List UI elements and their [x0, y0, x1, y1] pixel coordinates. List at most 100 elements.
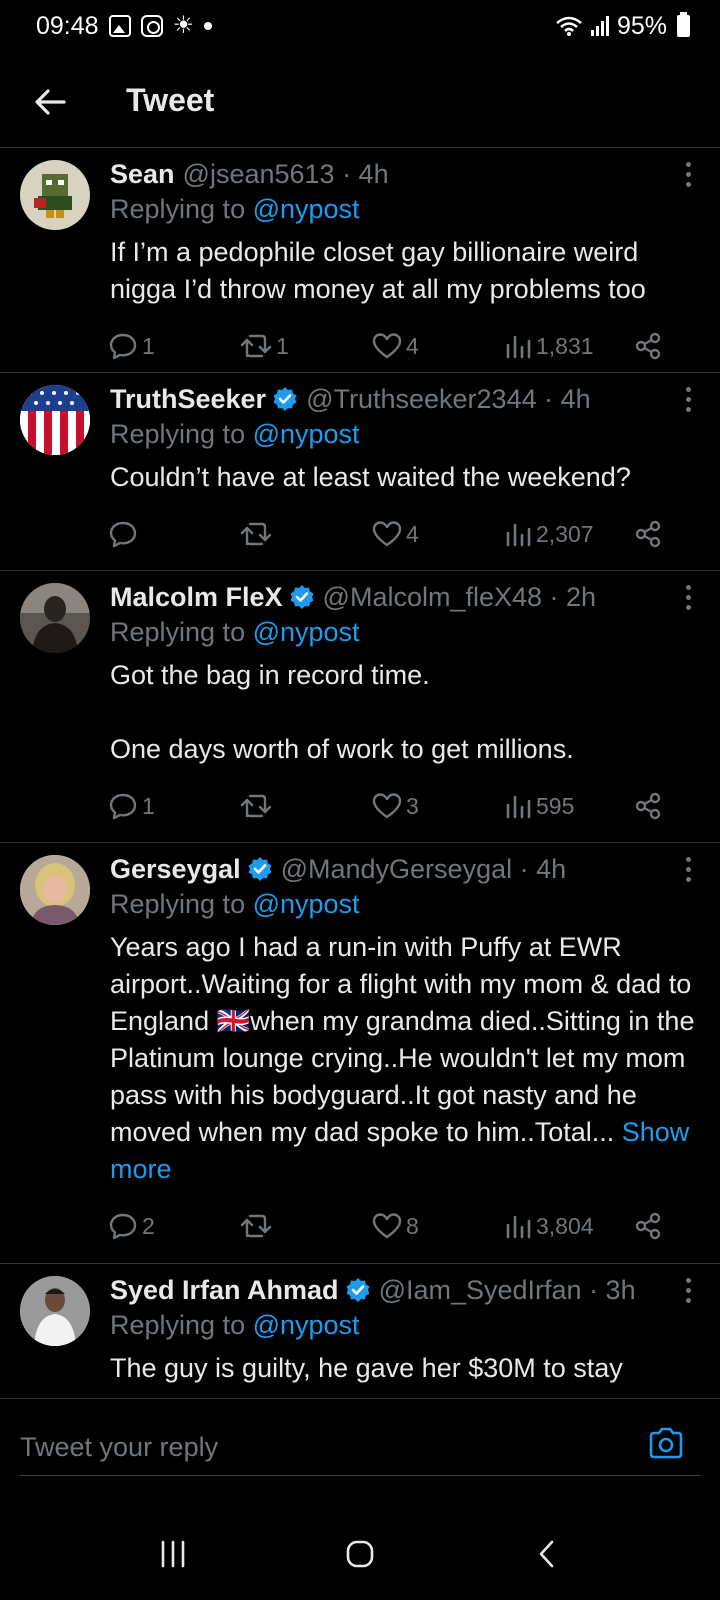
camera-button[interactable]	[648, 1427, 684, 1464]
like-button[interactable]: 4	[372, 332, 419, 360]
camera-icon	[649, 1427, 683, 1459]
avatar[interactable]	[20, 583, 90, 653]
replying-prefix: Replying to	[110, 1310, 253, 1340]
reply-count: 1	[142, 332, 155, 359]
like-count: 3	[406, 792, 419, 819]
share-icon	[635, 520, 661, 548]
reply-count: 2	[142, 1212, 155, 1239]
views-icon	[506, 1215, 531, 1239]
tweet-text: Got the bag in record time. One days wor…	[110, 660, 574, 764]
author-handle: @Iam_SyedIrfan · 3h	[378, 1274, 636, 1305]
share-icon	[635, 1212, 661, 1240]
back-icon	[539, 1540, 553, 1568]
like-button[interactable]: 4	[372, 520, 419, 548]
status-bar: 09:48 ☀ 95%	[0, 0, 720, 52]
reply-icon	[109, 521, 137, 548]
views-button[interactable]: 2,307	[504, 521, 594, 548]
author-name[interactable]: Sean	[110, 159, 175, 190]
reply-feed[interactable]: Sean @jsean5613 · 4h Replying to @nypost…	[0, 148, 720, 1426]
nav-back-button[interactable]	[517, 1524, 577, 1584]
retweet-button[interactable]	[240, 792, 276, 820]
share-button[interactable]	[634, 520, 662, 548]
mention-link[interactable]: @nypost	[253, 889, 360, 919]
replying-prefix: Replying to	[110, 419, 253, 449]
retweet-button[interactable]: 1	[240, 332, 289, 360]
reply-count: 1	[142, 792, 155, 819]
tweet-item[interactable]: TruthSeeker @Truthseeker2344 · 4h Replyi…	[0, 373, 720, 571]
retweet-count: 1	[276, 332, 289, 359]
battery-icon	[677, 12, 690, 37]
reply-input[interactable]	[20, 1425, 620, 1469]
replying-prefix: Replying to	[110, 617, 253, 647]
reply-button[interactable]	[108, 519, 142, 549]
replying-to: Replying to @nypost	[110, 617, 700, 653]
avatar[interactable]	[20, 855, 90, 925]
tweet-actions: 4 2,307	[108, 496, 700, 572]
gallery-icon	[108, 15, 131, 37]
author-name[interactable]: Malcolm FleX	[110, 582, 283, 613]
replying-to: Replying to @nypost	[110, 889, 700, 925]
like-count: 8	[406, 1212, 419, 1239]
mention-link[interactable]: @nypost	[253, 617, 360, 647]
like-button[interactable]: 8	[372, 1212, 419, 1240]
avatar[interactable]	[20, 1276, 90, 1346]
verified-badge-icon	[345, 1277, 371, 1303]
more-options-button[interactable]	[684, 1278, 692, 1303]
view-count: 595	[536, 792, 575, 819]
retweet-icon	[240, 334, 272, 358]
author-handle: @Malcolm_fleX48 · 2h	[322, 581, 597, 612]
heart-icon	[372, 333, 402, 359]
avatar[interactable]	[20, 160, 90, 230]
mention-link[interactable]: @nypost	[253, 419, 360, 449]
more-options-button[interactable]	[684, 387, 692, 412]
tweet-actions: 2 8 3,804	[108, 1188, 700, 1264]
replying-prefix: Replying to	[110, 889, 253, 919]
tweet-text: Years ago I had a run-in with Puffy at E…	[110, 929, 700, 1188]
arrow-left-icon	[35, 89, 66, 115]
share-button[interactable]	[634, 1212, 662, 1240]
share-button[interactable]	[634, 792, 662, 820]
reply-button[interactable]: 1	[108, 791, 155, 821]
status-time: 09:48	[36, 11, 99, 40]
more-options-button[interactable]	[684, 857, 692, 882]
author-name[interactable]: TruthSeeker	[110, 384, 266, 415]
signal-icon	[590, 16, 609, 36]
avatar[interactable]	[20, 385, 90, 455]
tweet-text: The guy is guilty, he gave her $30M to s…	[110, 1353, 623, 1383]
replying-prefix: Replying to	[110, 194, 253, 224]
author-handle: @MandyGerseygal · 4h	[280, 853, 567, 884]
tweet-item[interactable]: Gerseygal @MandyGerseygal · 4h Replying …	[0, 843, 720, 1264]
home-button[interactable]	[330, 1524, 390, 1584]
reply-composer	[0, 1398, 720, 1508]
views-button[interactable]: 595	[504, 793, 574, 820]
author-handle: @jsean5613 · 4h	[182, 158, 389, 189]
recent-apps-icon	[162, 1540, 185, 1568]
recent-apps-button[interactable]	[143, 1524, 203, 1584]
mention-link[interactable]: @nypost	[253, 1310, 360, 1340]
retweet-button[interactable]	[240, 520, 276, 548]
back-button[interactable]	[30, 82, 70, 122]
wifi-icon	[556, 16, 582, 36]
author-name[interactable]: Gerseygal	[110, 854, 241, 885]
views-button[interactable]: 1,831	[504, 333, 594, 360]
heart-icon	[372, 521, 402, 547]
view-count: 1,831	[536, 332, 594, 359]
retweet-icon	[240, 794, 272, 818]
reply-button[interactable]: 1	[108, 331, 155, 361]
more-options-button[interactable]	[684, 162, 692, 187]
dot-icon	[204, 22, 213, 30]
home-icon	[346, 1540, 374, 1568]
share-button[interactable]	[634, 332, 662, 360]
mention-link[interactable]: @nypost	[253, 194, 360, 224]
views-button[interactable]: 3,804	[504, 1213, 594, 1240]
like-button[interactable]: 3	[372, 792, 419, 820]
retweet-button[interactable]	[240, 1212, 276, 1240]
author-name[interactable]: Syed Irfan Ahmad	[110, 1275, 339, 1306]
tweet-actions: 1 3 595	[108, 768, 700, 844]
tweet-item[interactable]: Malcolm FleX @Malcolm_fleX48 · 2h Replyi…	[0, 571, 720, 843]
reply-button[interactable]: 2	[108, 1211, 155, 1241]
replying-to: Replying to @nypost	[110, 419, 700, 455]
tweet-item[interactable]: Sean @jsean5613 · 4h Replying to @nypost…	[0, 148, 720, 373]
like-count: 4	[406, 520, 419, 547]
more-options-button[interactable]	[684, 585, 692, 610]
